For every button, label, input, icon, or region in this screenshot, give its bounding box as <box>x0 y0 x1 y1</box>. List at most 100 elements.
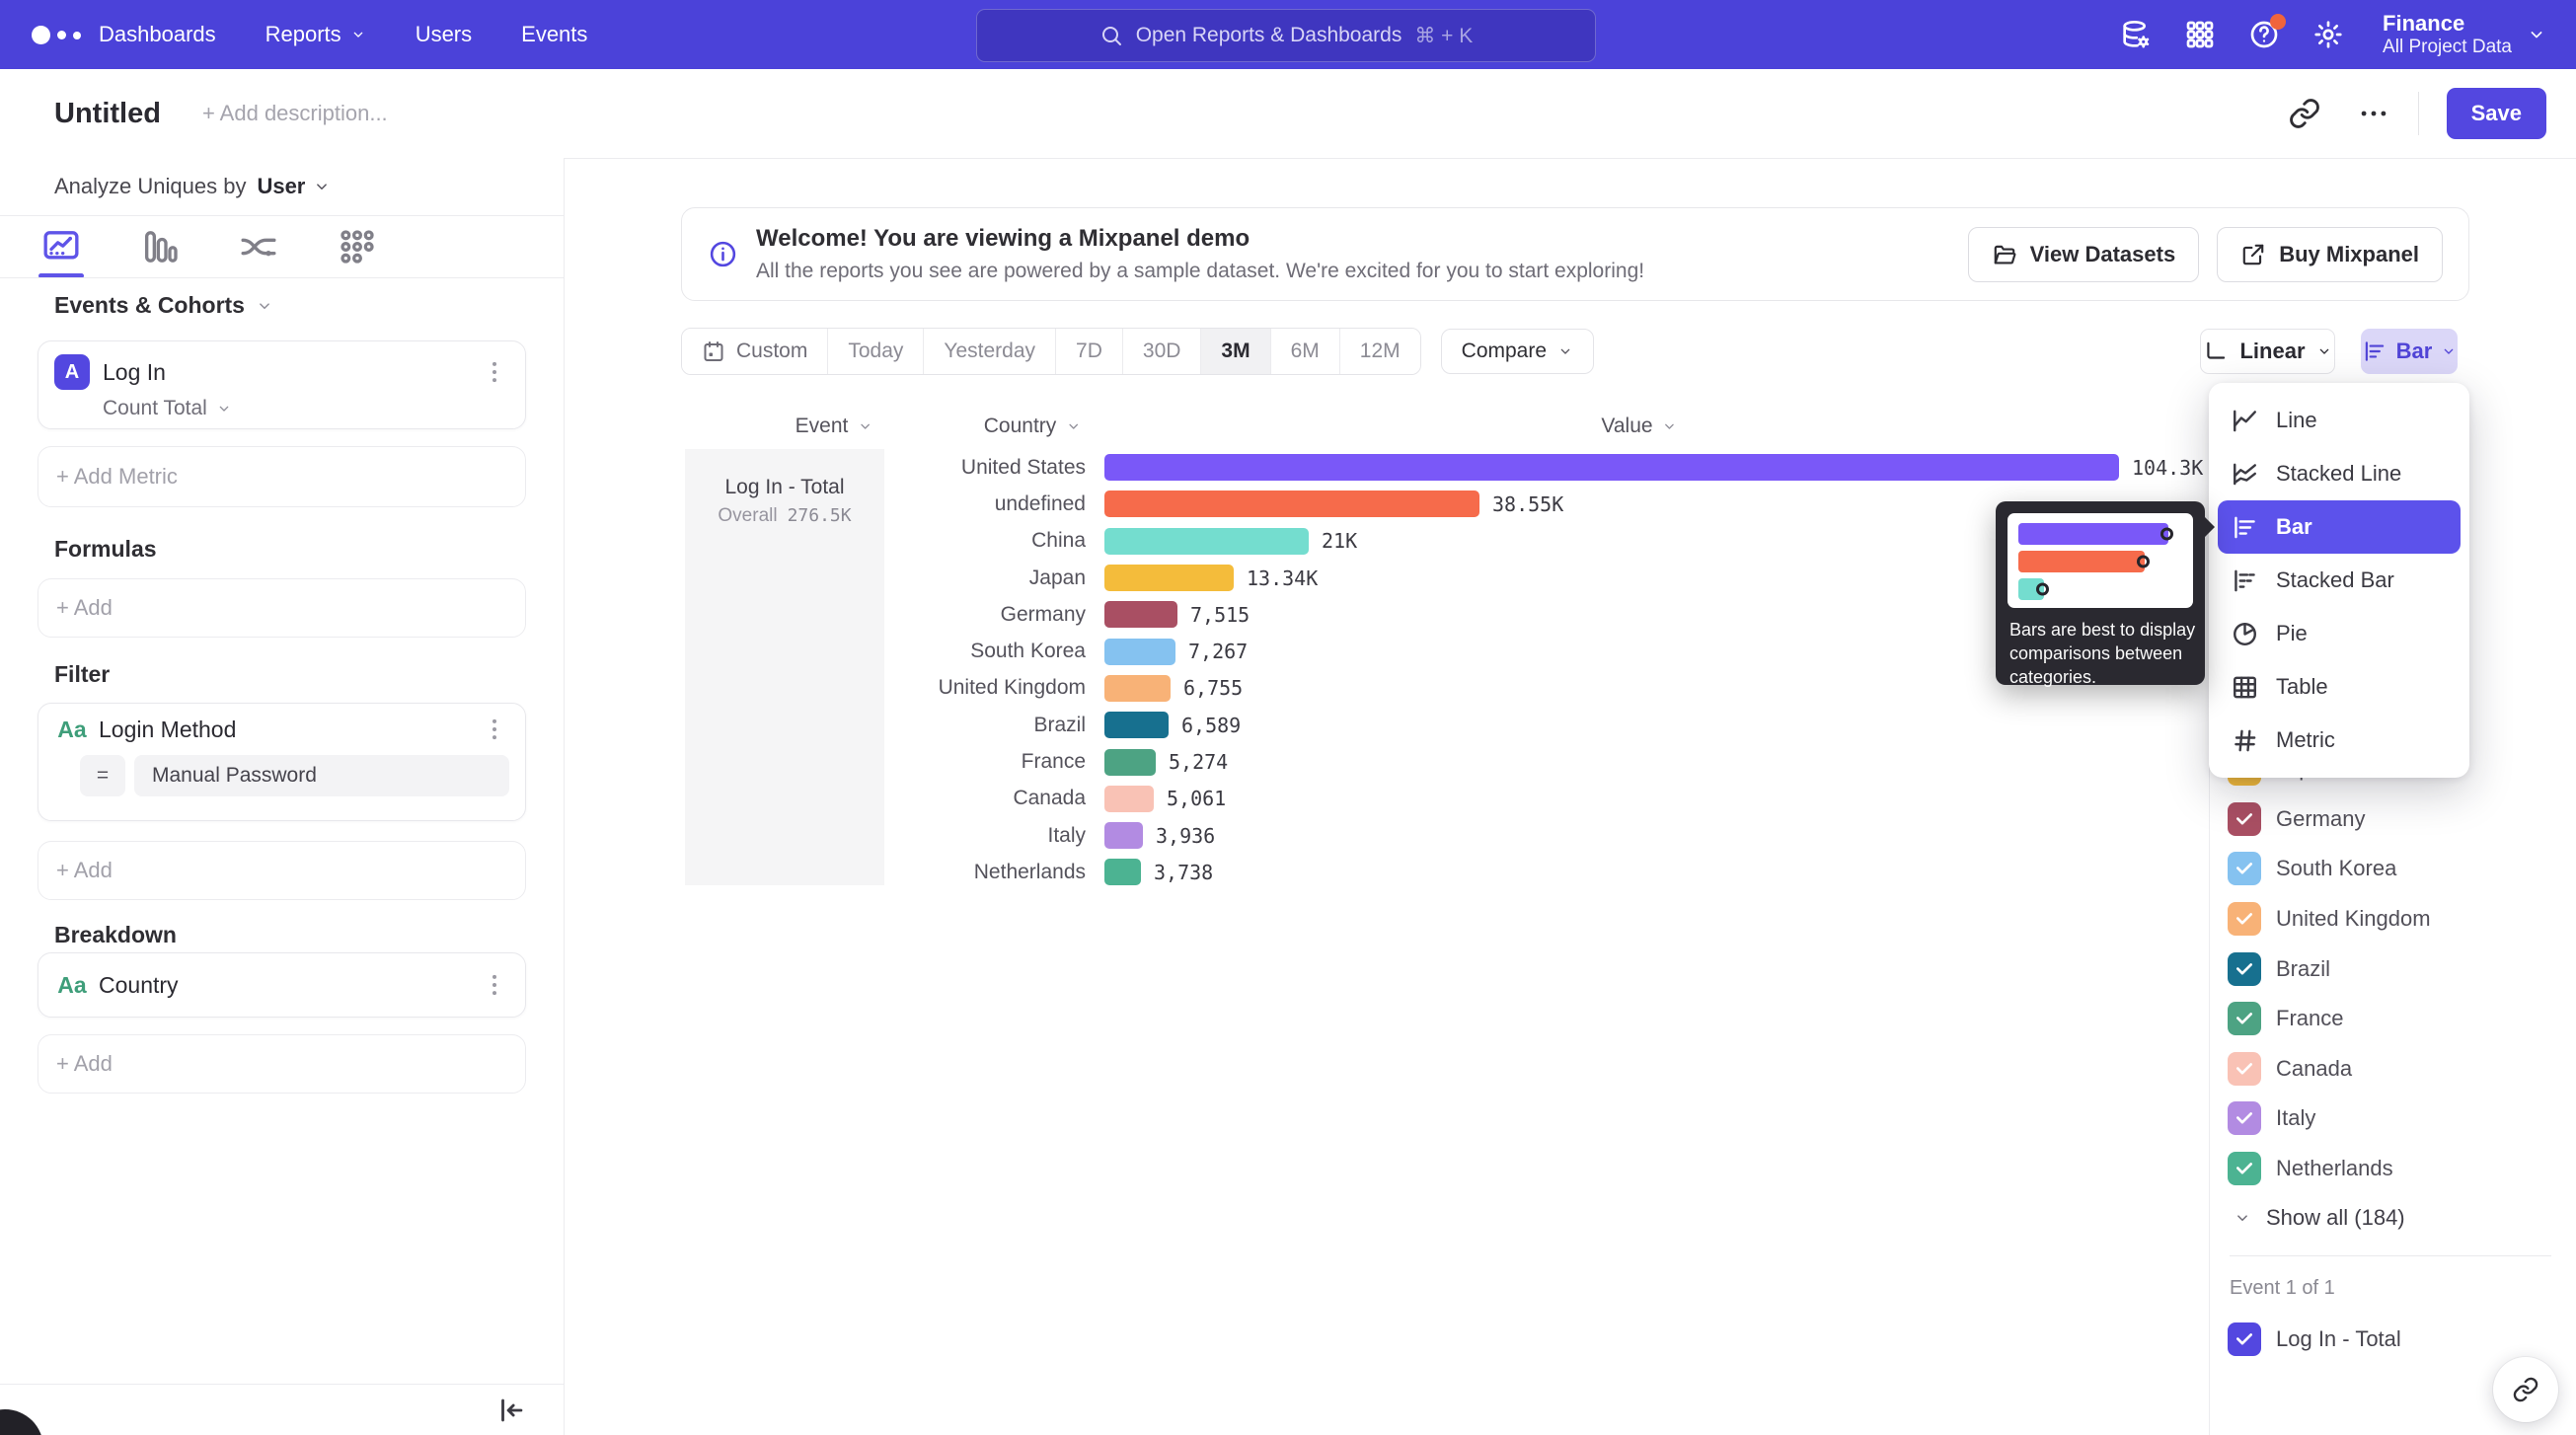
bar-segment[interactable] <box>1104 859 1141 885</box>
legend-checkbox[interactable] <box>2228 902 2261 936</box>
filter-operator-dropdown[interactable]: = <box>80 755 125 796</box>
legend-item-netherlands[interactable]: Netherlands <box>2210 1144 2576 1194</box>
nav-item-dashboards[interactable]: Dashboards <box>99 22 216 47</box>
legend-item-united-kingdom[interactable]: United Kingdom <box>2210 894 2576 944</box>
mixpanel-logo-icon[interactable] <box>32 26 81 44</box>
apps-grid-icon[interactable] <box>2184 19 2216 50</box>
legend-checkbox[interactable] <box>2228 1101 2261 1135</box>
legend-item-germany[interactable]: Germany <box>2210 794 2576 845</box>
legend-item-canada[interactable]: Canada <box>2210 1044 2576 1095</box>
filter-options-button[interactable] <box>480 715 509 744</box>
menu-item-line[interactable]: Line <box>2218 394 2461 447</box>
tab-funnels[interactable] <box>140 227 180 266</box>
breakdown-property-name[interactable]: Country <box>99 972 179 999</box>
add-metric-button[interactable]: + Add Metric <box>38 446 526 507</box>
add-breakdown-label: + Add <box>56 1051 113 1077</box>
column-header-event[interactable]: Event <box>796 415 873 438</box>
filter-property-name[interactable]: Login Method <box>99 717 236 743</box>
legend-item-label: Canada <box>2276 1056 2352 1082</box>
tab-insights[interactable] <box>41 227 81 266</box>
bar-segment[interactable] <box>1104 749 1156 776</box>
add-breakdown-button[interactable]: + Add <box>38 1034 526 1094</box>
compare-button[interactable]: Compare <box>1441 329 1594 374</box>
legend-checkbox[interactable] <box>2228 1002 2261 1035</box>
chart-type-dropdown[interactable]: Bar <box>2361 329 2458 374</box>
bar-segment[interactable] <box>1104 601 1177 628</box>
bar-segment[interactable] <box>1104 822 1143 849</box>
analyze-uniques-row: Analyze Uniques by User <box>0 158 564 215</box>
settings-gear-icon[interactable] <box>2312 19 2344 50</box>
project-switcher[interactable]: Finance All Project Data <box>2383 11 2546 58</box>
metric-name[interactable]: Log In <box>103 359 166 386</box>
scale-dropdown[interactable]: Linear <box>2200 329 2335 374</box>
date-range-yesterday[interactable]: Yesterday <box>923 329 1055 374</box>
buy-mixpanel-button[interactable]: Buy Mixpanel <box>2217 227 2443 282</box>
menu-item-stacked-bar[interactable]: Stacked Bar <box>2218 554 2461 607</box>
help-icon[interactable] <box>2248 19 2280 50</box>
legend-item-italy[interactable]: Italy <box>2210 1094 2576 1144</box>
legend-item-label: Brazil <box>2276 956 2330 982</box>
date-range-30d[interactable]: 30D <box>1122 329 1201 374</box>
metric-options-button[interactable] <box>480 357 509 387</box>
add-filter-button[interactable]: + Add <box>38 841 526 900</box>
legend-item-france[interactable]: France <box>2210 994 2576 1044</box>
legend-checkbox[interactable] <box>2228 852 2261 885</box>
collapse-sidebar-button[interactable] <box>494 1394 528 1427</box>
legend-item-brazil[interactable]: Brazil <box>2210 944 2576 994</box>
column-header-value[interactable]: Value <box>1601 415 1677 438</box>
nav-item-events[interactable]: Events <box>521 22 587 47</box>
add-description-field[interactable]: + Add description... <box>202 101 388 126</box>
aggregation-dropdown[interactable]: Count Total <box>38 390 525 420</box>
date-range-custom[interactable]: Custom <box>682 329 827 374</box>
legend-item-south-korea[interactable]: South Korea <box>2210 844 2576 894</box>
menu-item-table[interactable]: Table <box>2218 660 2461 714</box>
legend-checkbox[interactable] <box>2228 1152 2261 1185</box>
column-header-country[interactable]: Country <box>984 415 1082 438</box>
bar-row-south-korea: South Korea7,267 <box>685 633 2208 669</box>
report-title[interactable]: Untitled <box>54 98 161 130</box>
analyze-entity-dropdown[interactable]: User <box>257 174 331 199</box>
breakdown-card-country[interactable]: Aa Country <box>38 952 526 1018</box>
events-cohorts-header[interactable]: Events & Cohorts <box>54 292 273 319</box>
legend-checkbox[interactable] <box>2228 1322 2261 1356</box>
tab-retention[interactable] <box>338 227 377 266</box>
data-sources-icon[interactable] <box>2120 19 2152 50</box>
legend-checkbox[interactable] <box>2228 952 2261 986</box>
share-link-button[interactable] <box>2493 1357 2558 1422</box>
legend-item-label: Netherlands <box>2276 1156 2393 1181</box>
bar-segment[interactable] <box>1104 786 1154 812</box>
legend-checkbox[interactable] <box>2228 802 2261 836</box>
bar-segment[interactable] <box>1104 491 1479 517</box>
check-icon <box>2235 859 2254 878</box>
menu-item-stacked-line[interactable]: Stacked Line <box>2218 447 2461 500</box>
date-range-3m[interactable]: 3M <box>1200 329 1269 374</box>
metric-card-log-in[interactable]: A Log In Count Total <box>38 340 526 429</box>
bar-segment[interactable] <box>1104 639 1175 665</box>
bar-segment[interactable] <box>1104 454 2119 481</box>
save-button[interactable]: Save <box>2447 88 2546 139</box>
more-options-button[interactable] <box>2357 97 2390 130</box>
date-range-12m[interactable]: 12M <box>1339 329 1420 374</box>
copy-link-button[interactable] <box>2288 97 2321 130</box>
legend-checkbox[interactable] <box>2228 1052 2261 1086</box>
tab-flows[interactable] <box>239 227 278 266</box>
show-all-toggle[interactable]: Show all (184) <box>2210 1193 2576 1243</box>
date-range-7d[interactable]: 7D <box>1055 329 1122 374</box>
menu-item-bar[interactable]: Bar <box>2218 500 2461 554</box>
nav-item-users[interactable]: Users <box>416 22 472 47</box>
nav-item-reports[interactable]: Reports <box>265 22 366 47</box>
date-range-today[interactable]: Today <box>827 329 923 374</box>
add-formula-button[interactable]: + Add <box>38 578 526 638</box>
view-datasets-button[interactable]: View Datasets <box>1968 227 2200 282</box>
filter-value-field[interactable]: Manual Password <box>134 755 509 796</box>
date-range-6m[interactable]: 6M <box>1270 329 1339 374</box>
bar-segment[interactable] <box>1104 675 1171 702</box>
breakdown-options-button[interactable] <box>480 970 509 1000</box>
filter-card-login-method[interactable]: Aa Login Method = Manual Password <box>38 703 526 821</box>
menu-item-metric[interactable]: Metric <box>2218 714 2461 767</box>
bar-segment[interactable] <box>1104 712 1169 738</box>
bar-segment[interactable] <box>1104 528 1309 555</box>
search-input[interactable]: Open Reports & Dashboards ⌘ + K <box>976 9 1596 62</box>
bar-segment[interactable] <box>1104 565 1234 591</box>
menu-item-pie[interactable]: Pie <box>2218 607 2461 660</box>
